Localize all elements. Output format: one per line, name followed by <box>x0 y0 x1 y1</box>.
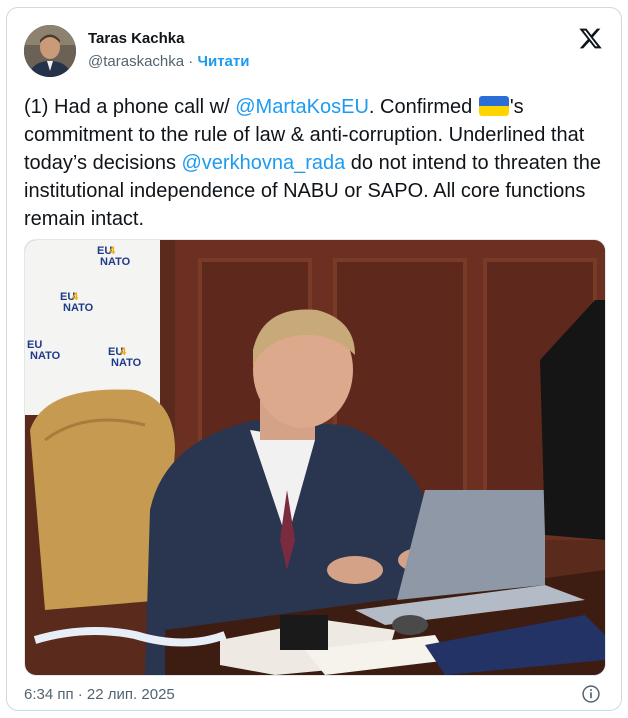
info-icon[interactable] <box>581 684 601 704</box>
tweet-photo[interactable]: EU 4 NATO EU 4 NATO EU NATO EU 4 NATO <box>24 239 606 676</box>
banner-logo-text: NATO <box>63 302 94 314</box>
avatar[interactable] <box>24 25 76 77</box>
author-name[interactable]: Taras Kachka <box>88 30 184 47</box>
author-handle-row: @taraskachka · Читати <box>88 53 249 70</box>
mention-verkhovna-rada[interactable]: @verkhovna_rada <box>182 152 346 174</box>
ukraine-flag-icon <box>478 96 509 116</box>
tweet-text-part: (1) Had a phone call w/ <box>24 96 236 118</box>
tweet-text: (1) Had a phone call w/ @MartaKosEU. Con… <box>24 93 609 233</box>
author-handle[interactable]: @taraskachka <box>88 53 184 70</box>
mention-martakoseu[interactable]: @MartaKosEU <box>235 96 369 118</box>
tweet-card[interactable]: Taras Kachka @taraskachka · Читати (1) H… <box>6 7 622 711</box>
x-logo-icon[interactable] <box>578 26 603 51</box>
follow-button[interactable]: Читати <box>197 53 249 70</box>
tweet-timestamp[interactable]: 6:34 пп · 22 лип. 2025 <box>24 686 175 703</box>
separator: · <box>188 53 194 70</box>
banner-logo-text: NATO <box>111 357 142 369</box>
banner-logo-text: NATO <box>100 256 131 268</box>
banner-logo-text: NATO <box>30 350 61 362</box>
tweet-text-part: . Confirmed <box>368 96 478 118</box>
